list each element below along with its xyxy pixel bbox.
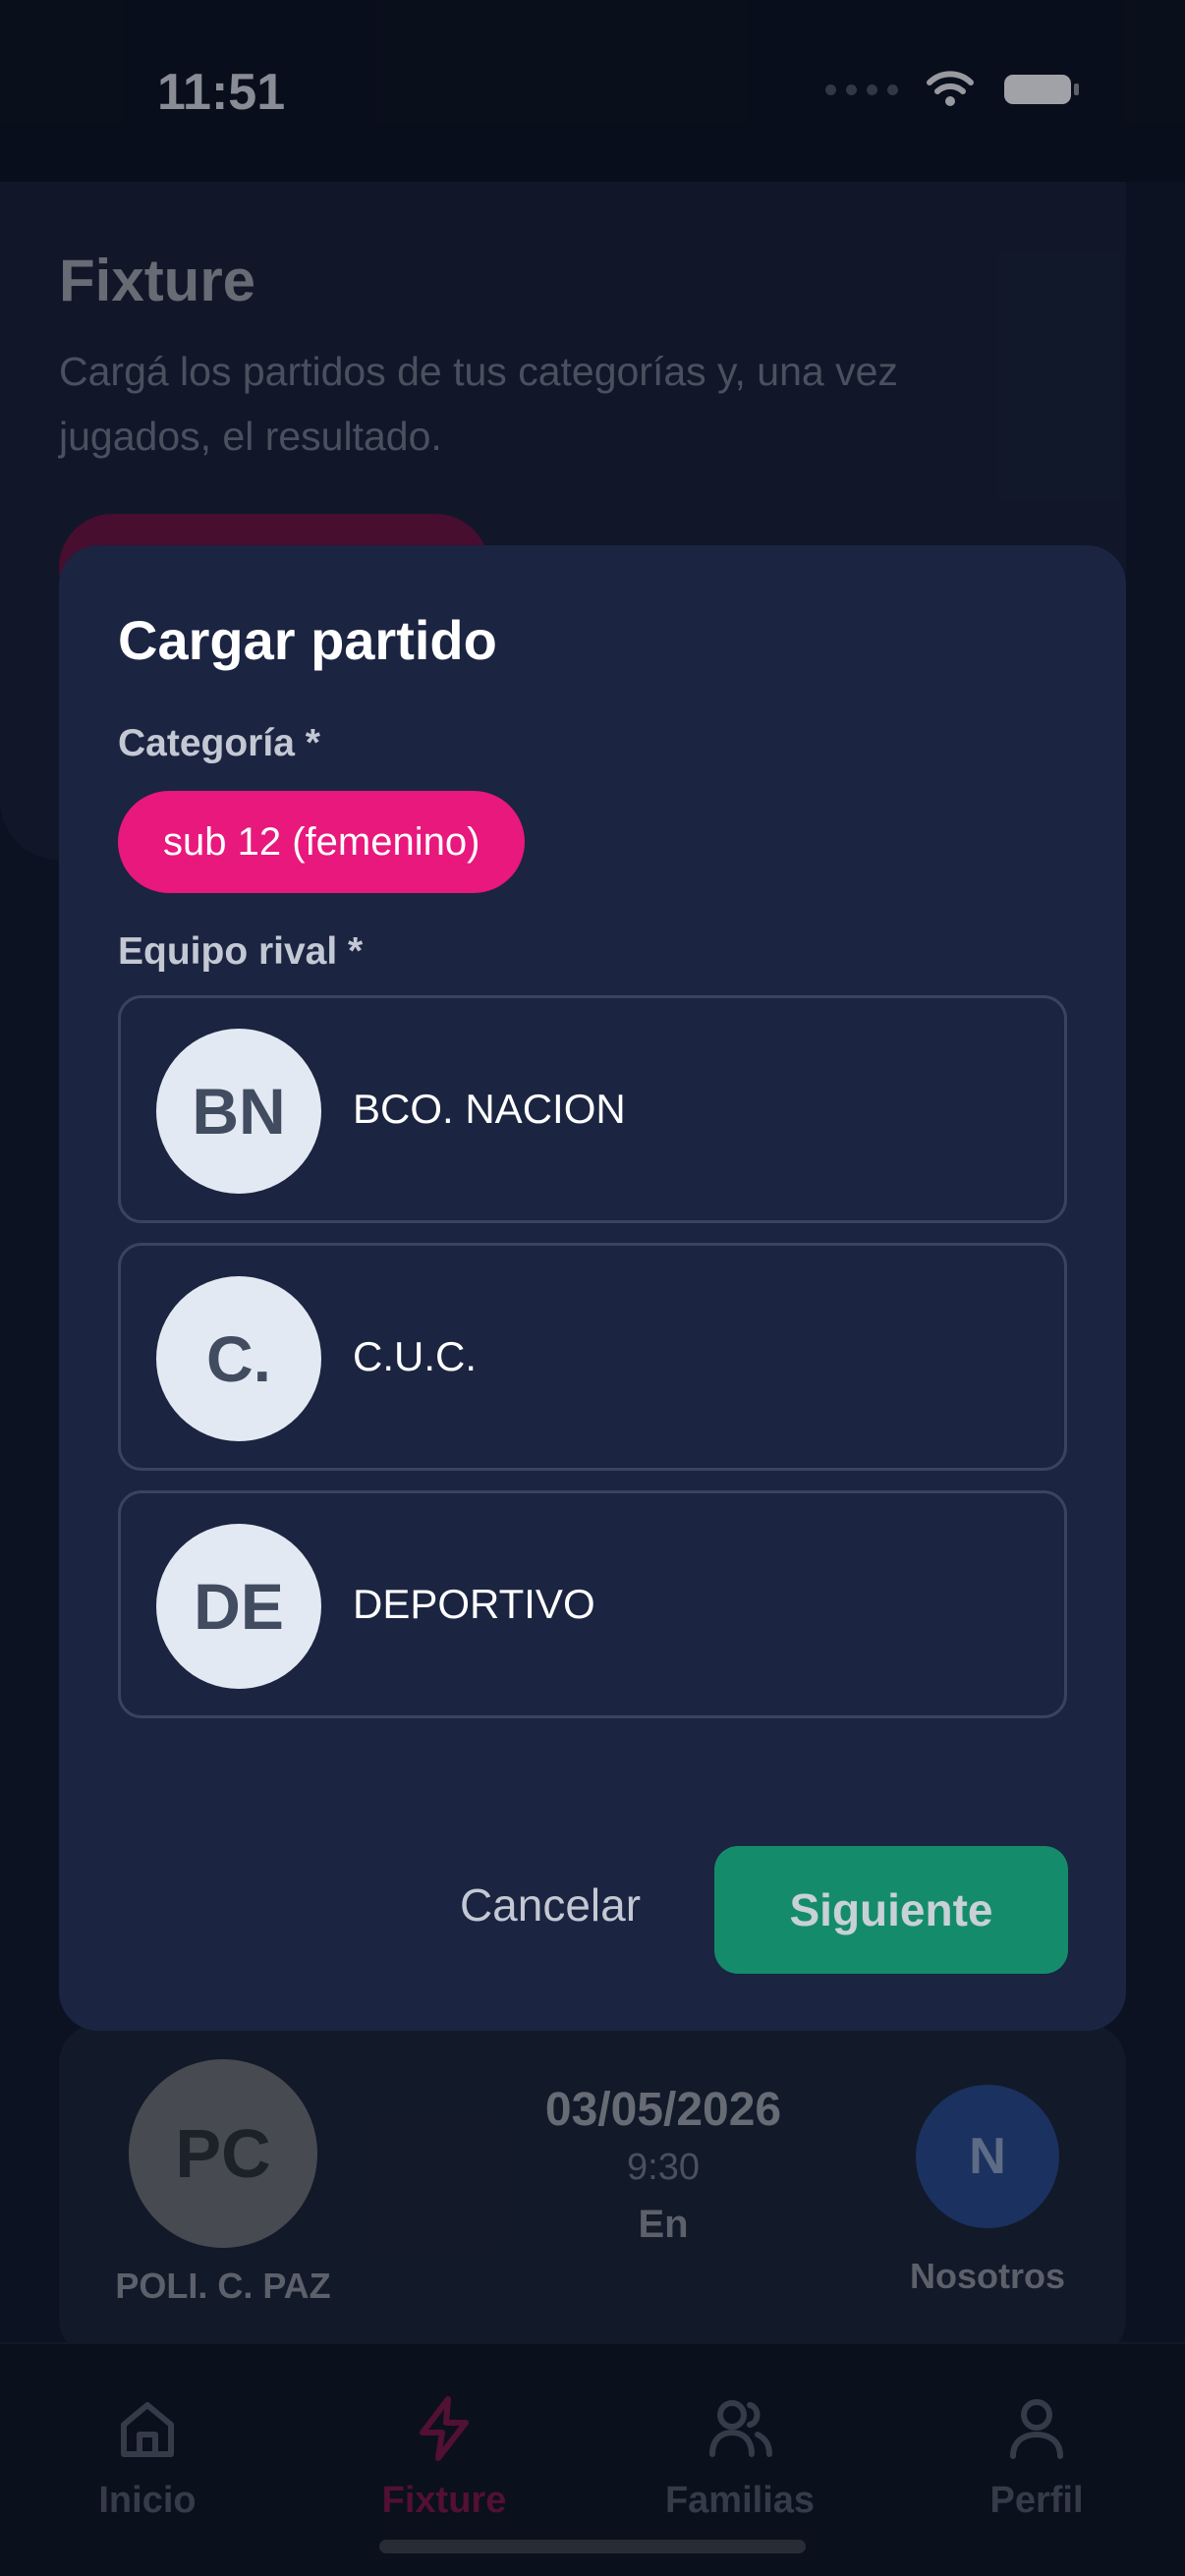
team-option[interactable]: C. C.U.C. [118, 1243, 1067, 1471]
team-avatar: C. [156, 1276, 321, 1441]
category-label: Categoría * [118, 722, 320, 764]
team-avatar: BN [156, 1029, 321, 1194]
rival-team-label: Equipo rival * [118, 930, 364, 973]
team-name: C.U.C. [353, 1333, 477, 1379]
team-option[interactable]: DE DEPORTIVO [118, 1490, 1067, 1718]
cancel-button[interactable]: Cancelar [418, 1842, 683, 1968]
modal-title: Cargar partido [118, 609, 497, 671]
team-option[interactable]: BN BCO. NACION [118, 995, 1067, 1223]
team-avatar: DE [156, 1524, 321, 1689]
team-name: BCO. NACION [353, 1086, 626, 1132]
rival-team-list[interactable]: BN BCO. NACION C. C.U.C. DE DEPORTIVO [118, 995, 1067, 1722]
category-chip[interactable]: sub 12 (femenino) [118, 791, 526, 893]
load-match-modal: Cargar partido Categoría * sub 12 (femen… [59, 545, 1126, 2031]
team-name: DEPORTIVO [353, 1581, 595, 1627]
next-button[interactable]: Siguiente [714, 1846, 1068, 1974]
